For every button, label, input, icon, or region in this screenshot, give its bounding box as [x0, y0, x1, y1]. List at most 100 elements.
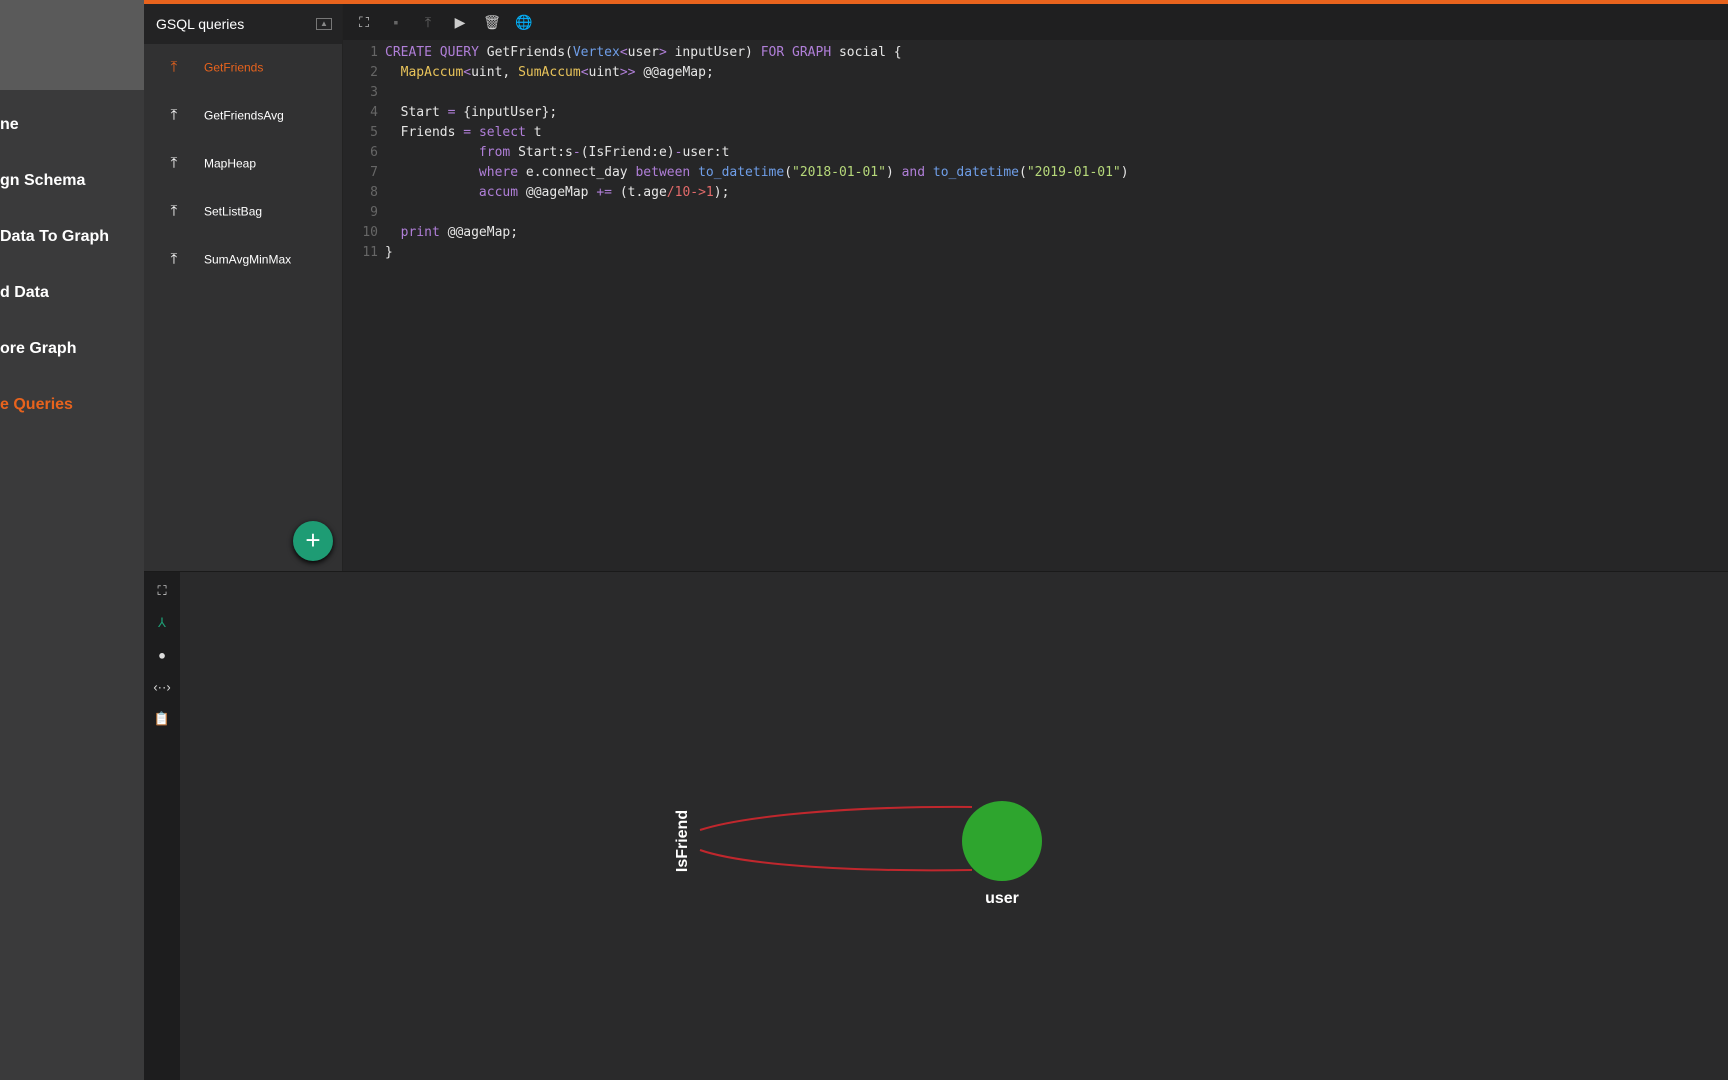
- query-name: SetListBag: [204, 204, 263, 218]
- code-token: ): [1120, 165, 1129, 180]
- code-token: CREATE QUERY: [385, 45, 487, 60]
- graph-layout-icon[interactable]: ⅄: [144, 615, 180, 631]
- install-query-icon[interactable]: ⤒: [144, 251, 204, 268]
- query-list-title: GSQL queries: [156, 16, 245, 32]
- code-token: <: [580, 65, 589, 80]
- code-token: <: [463, 65, 472, 80]
- line-number: 2: [370, 65, 378, 80]
- code-token: =: [447, 105, 464, 120]
- code-token: uint,: [471, 65, 519, 80]
- code-token: <: [619, 45, 628, 60]
- main-nav: ne gn Schema Data To Graph d Data ore Graph…: [0, 0, 144, 1080]
- line-number: 9: [370, 205, 378, 220]
- code-token: @@ageMap;: [643, 65, 714, 80]
- nav-header: [0, 0, 144, 90]
- query-list-header: GSQL queries ▲: [144, 4, 342, 44]
- code-icon[interactable]: ‹··›: [144, 680, 180, 695]
- code-line: 7 where e.connect_day between to_datetim…: [343, 163, 1129, 183]
- nav-item[interactable]: Data To Graph: [0, 228, 109, 246]
- code-token: and: [901, 165, 933, 180]
- code-line: 9: [343, 203, 385, 223]
- code-token: ): [885, 165, 902, 180]
- code-token: SumAccum: [518, 65, 581, 80]
- query-name: GetFriends: [204, 60, 264, 74]
- delete-icon[interactable]: 🗑: [483, 14, 501, 31]
- install-query-icon[interactable]: ⤒: [144, 203, 204, 220]
- user-vertex[interactable]: [962, 801, 1042, 881]
- code-token: }: [385, 245, 393, 260]
- edge-label: IsFriend: [674, 810, 691, 872]
- graph-toolbar: ⛶ ⅄ ● ‹··› 📋: [144, 572, 180, 1080]
- code-token: from: [478, 145, 519, 160]
- query-list-panel: GSQL queries ▲ ⤒ GetFriends ⤒ GetFriendsAvg…: [144, 4, 343, 571]
- code-token: inputUser): [674, 45, 761, 60]
- code-token: "2019-01-01": [1026, 165, 1121, 180]
- editor-toolbar: ⛶ ▪ ⤒ ▶ 🗑 🌐: [343, 4, 1728, 40]
- line-number: 7: [370, 165, 378, 180]
- code-token: uint: [588, 65, 620, 80]
- line-number: 4: [370, 105, 378, 120]
- run-icon[interactable]: ▶: [451, 14, 469, 31]
- code-token: between: [635, 165, 699, 180]
- code-token: print: [400, 225, 448, 240]
- code-line: 1 CREATE QUERY GetFriends(Vertex<user> in…: [343, 43, 901, 63]
- nav-item[interactable]: d Data: [0, 284, 49, 302]
- query-item[interactable]: ⤒ SetListBag: [144, 203, 343, 220]
- code-token: @@ageMap;: [447, 225, 519, 240]
- vertex-label: user: [985, 890, 1019, 907]
- globe-icon[interactable]: 🌐: [515, 14, 533, 31]
- code-line: 6 from Start:s-(IsFriend:e)-user:t: [343, 143, 729, 163]
- install-query-icon[interactable]: ⤒: [144, 59, 204, 76]
- save-icon[interactable]: ▪: [387, 14, 405, 30]
- fit-screen-icon[interactable]: ⛶: [144, 583, 180, 599]
- nav-item[interactable]: gn Schema: [0, 172, 85, 190]
- code-token: (: [1019, 165, 1027, 180]
- code-token: (: [784, 165, 793, 180]
- code-token: user: [627, 45, 659, 60]
- isfriend-edge[interactable]: [699, 805, 973, 872]
- expand-icon[interactable]: ⛶: [355, 14, 373, 31]
- code-token: (t.age: [619, 185, 667, 200]
- line-number: 6: [370, 145, 378, 160]
- code-token: GetFriends(: [486, 45, 573, 60]
- line-number: 11: [362, 245, 378, 260]
- query-name: GetFriendsAvg: [204, 108, 284, 122]
- upload-icon[interactable]: ▲: [316, 18, 332, 30]
- code-token: to_datetime: [932, 165, 1019, 180]
- query-item[interactable]: ⤒ SumAvgMinMax: [144, 251, 343, 268]
- query-item[interactable]: ⤒ GetFriends: [144, 59, 343, 76]
- code-token: Friends: [385, 125, 464, 140]
- code-token: >>: [619, 65, 644, 80]
- clipboard-icon[interactable]: 📋: [144, 711, 180, 727]
- code-line: 3: [343, 83, 385, 103]
- nav-item[interactable]: e Queries: [0, 396, 73, 414]
- code-token: where: [478, 165, 526, 180]
- add-query-button[interactable]: +: [293, 521, 333, 561]
- code-token: Start:s: [518, 145, 573, 160]
- line-number: 10: [362, 225, 378, 240]
- code-token: Start: [385, 105, 448, 120]
- code-line: 4 Start = {inputUser};: [343, 103, 557, 123]
- bubbles-icon[interactable]: ●: [144, 648, 180, 663]
- code-token: @@ageMap: [525, 185, 597, 200]
- install-query-icon[interactable]: ⤒: [144, 107, 204, 124]
- install-icon[interactable]: ⤒: [419, 14, 437, 31]
- code-token: >: [658, 45, 675, 60]
- query-item[interactable]: ⤒ MapHeap: [144, 155, 343, 172]
- code-editor[interactable]: 1 CREATE QUERY GetFriends(Vertex<user> in…: [343, 40, 1728, 571]
- line-number: 8: [370, 185, 378, 200]
- schema-graph[interactable]: IsFriend user: [180, 572, 1728, 1080]
- query-item[interactable]: ⤒ GetFriendsAvg: [144, 107, 343, 124]
- query-name: MapHeap: [204, 156, 257, 170]
- code-token: -: [572, 145, 581, 160]
- code-line: 10 print @@ageMap;: [343, 223, 518, 243]
- code-token: user:t: [682, 145, 730, 160]
- code-token: accum: [478, 185, 526, 200]
- code-token: /10->1: [666, 185, 714, 200]
- nav-item[interactable]: ne: [0, 116, 19, 134]
- install-query-icon[interactable]: ⤒: [144, 155, 204, 172]
- nav-item[interactable]: ore Graph: [0, 340, 76, 358]
- code-token: =: [463, 125, 479, 140]
